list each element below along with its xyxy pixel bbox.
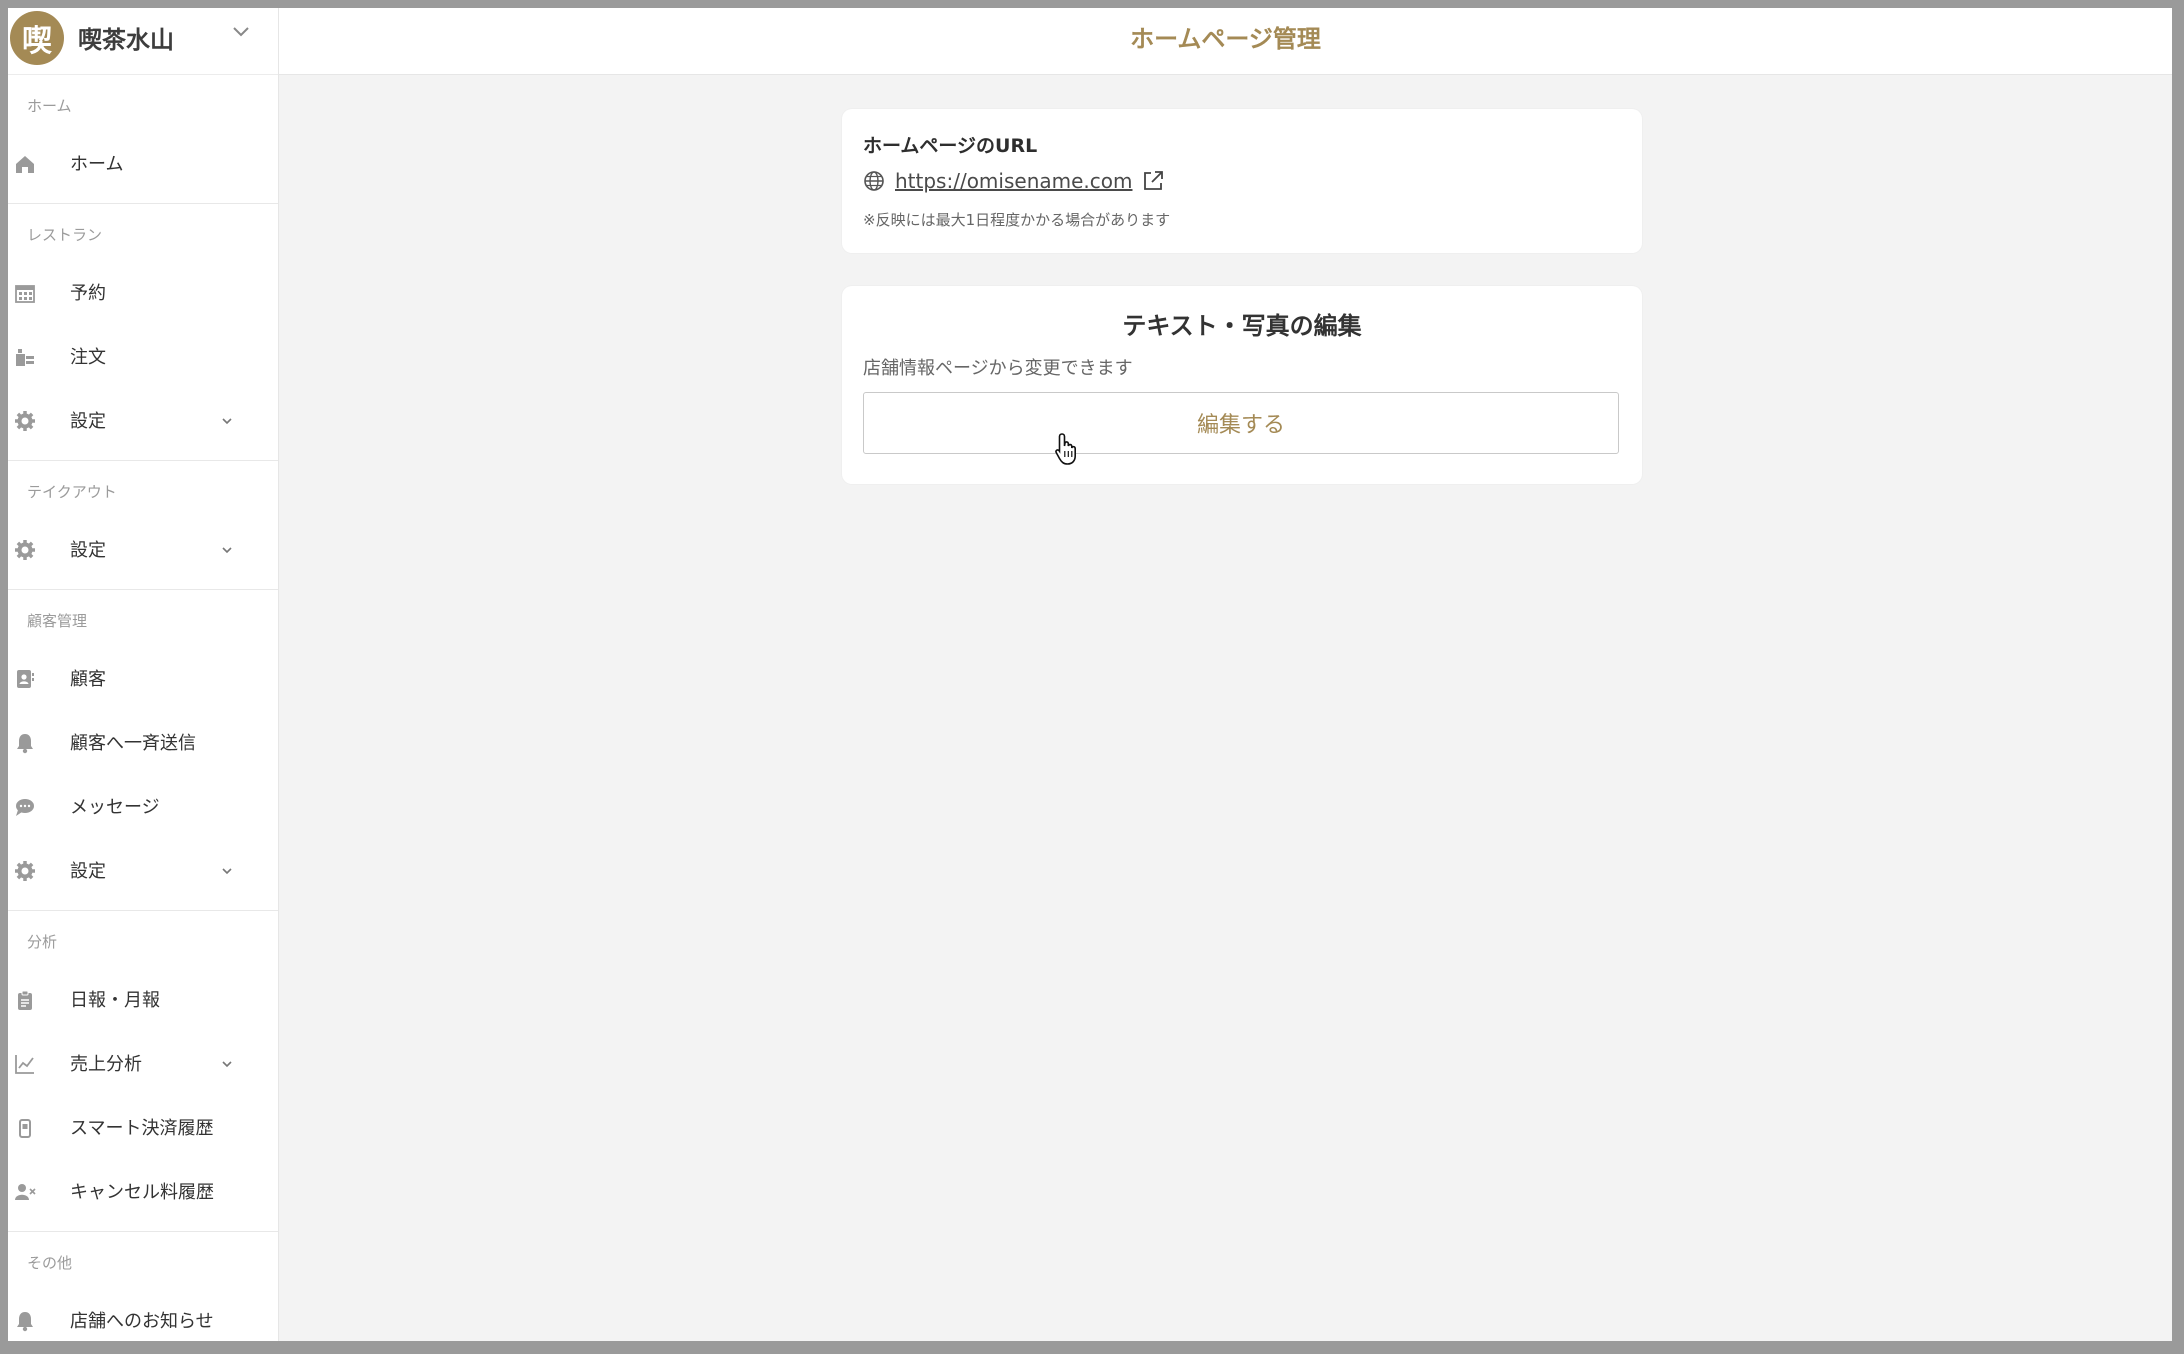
gear-icon <box>15 411 35 431</box>
sidebar-item-label: 予約 <box>70 283 106 304</box>
store-switcher[interactable]: 喫 喫茶水山 <box>8 8 278 75</box>
hand-pointer-icon <box>1055 433 1076 465</box>
sidebar-section-label: 分析 <box>27 933 58 951</box>
chevron-down-icon[interactable] <box>230 20 252 42</box>
page-title: ホームページ管理 <box>1130 25 1321 53</box>
home-icon <box>16 156 34 173</box>
sidebar-section-label: レストラン <box>27 226 103 244</box>
chevron-down-icon[interactable] <box>220 543 234 557</box>
sidebar-item[interactable]: 設定 <box>8 838 278 902</box>
gear-icon <box>15 540 35 560</box>
sidebar-item-label: 売上分析 <box>70 1054 142 1075</box>
sidebar-section-label: ホーム <box>27 97 72 115</box>
calendar-icon <box>15 285 35 303</box>
edit-card-subtitle: 店舗情報ページから変更できます <box>863 358 1133 379</box>
chevron-down-icon[interactable] <box>220 864 234 878</box>
sidebar-section: その他店舗へのお知らせ <box>8 1232 278 1341</box>
sidebar-item-label: 顧客 <box>70 669 106 690</box>
sidebar-item-label: 日報・月報 <box>70 990 160 1011</box>
clipboard-icon <box>18 990 32 1010</box>
sidebar-item[interactable]: 設定 <box>8 517 278 581</box>
app-window: 喫 喫茶水山 ホーム ホーム レストラン 予約 注文 設定 テイクアウト 設定 顧客管理 顧客 顧客… <box>8 8 2172 1341</box>
top-bar: ホームページ管理 <box>279 8 2172 75</box>
edit-card-title: テキスト・写真の編集 <box>1122 312 1362 340</box>
sidebar-item[interactable]: メッセージ <box>8 774 278 838</box>
sidebar-item-label: 顧客へ一斉送信 <box>70 733 196 754</box>
chevron-down-icon[interactable] <box>220 414 234 428</box>
url-card-title: ホームページのURL <box>863 135 1038 157</box>
sidebar-item[interactable]: 顧客へ一斉送信 <box>8 710 278 774</box>
sidebar-item[interactable]: キャンセル料履歴 <box>8 1159 278 1223</box>
bell-icon <box>17 1312 33 1332</box>
sidebar-section: 顧客管理顧客顧客へ一斉送信 メッセージ設定 <box>8 590 278 911</box>
line-chart-icon <box>15 1055 34 1074</box>
sidebar-item[interactable]: 注文 <box>8 324 278 388</box>
sidebar-nav: ホーム ホーム レストラン 予約 注文 設定 テイクアウト 設定 顧客管理 顧客 顧客へ一斉送信 メッ… <box>8 75 278 1341</box>
sidebar-item[interactable]: 日報・月報 <box>8 967 278 1031</box>
chat-icon <box>16 799 34 816</box>
sidebar-item[interactable]: 売上分析 <box>8 1031 278 1095</box>
globe-icon <box>864 171 884 191</box>
sidebar-section: 分析日報・月報売上分析スマート決済履歴 キャンセル料履歴 <box>8 911 278 1232</box>
edit-content-card: テキスト・写真の編集 店舗情報ページから変更できます 編集する <box>842 286 1642 484</box>
sidebar-section-label: その他 <box>27 1254 73 1272</box>
bell-icon <box>17 734 33 754</box>
sidebar-section-label: 顧客管理 <box>27 612 88 630</box>
user-x-icon <box>15 1184 36 1200</box>
sidebar: 喫 喫茶水山 ホーム ホーム レストラン 予約 注文 設定 テイクアウト 設定 顧客管理 顧客 顧客… <box>8 8 279 1341</box>
sidebar-section-label: テイクアウト <box>27 483 117 501</box>
url-row: https://omisename.com <box>863 169 1165 193</box>
sidebar-item[interactable]: 店舗へのお知らせ <box>8 1288 278 1341</box>
sidebar-item[interactable]: 予約 <box>8 260 278 324</box>
sidebar-item-label: 設定 <box>70 411 106 432</box>
contact-card-icon <box>17 670 34 688</box>
reflection-note: ※反映には最大1日程度かかる場合があります <box>863 211 1171 229</box>
edit-button[interactable]: 編集する <box>863 392 1619 454</box>
sidebar-item-label: キャンセル料履歴 <box>70 1182 214 1203</box>
external-link-icon[interactable] <box>1141 169 1165 193</box>
homepage-url-link[interactable]: https://omisename.com <box>895 169 1132 193</box>
store-name: 喫茶水山 <box>78 25 174 54</box>
gear-icon <box>15 861 35 881</box>
sidebar-item[interactable]: 設定 <box>8 388 278 452</box>
sidebar-item[interactable]: ホーム <box>8 131 278 195</box>
phone-icon <box>19 1119 31 1138</box>
homepage-url-card: ホームページのURL https://omisename.com ※反映には最大… <box>842 109 1642 253</box>
sidebar-item-label: 設定 <box>70 861 106 882</box>
store-logo: 喫 <box>10 11 64 65</box>
sidebar-item-label: スマート決済履歴 <box>70 1118 214 1139</box>
order-icon <box>16 349 34 366</box>
chevron-down-icon[interactable] <box>220 1057 234 1071</box>
sidebar-item-label: 店舗へのお知らせ <box>70 1311 214 1332</box>
sidebar-section: レストラン予約注文設定 <box>8 204 278 461</box>
sidebar-item-label: メッセージ <box>70 797 160 818</box>
sidebar-item[interactable]: スマート決済履歴 <box>8 1095 278 1159</box>
sidebar-section: テイクアウト設定 <box>8 461 278 590</box>
sidebar-item[interactable]: 顧客 <box>8 646 278 710</box>
sidebar-item-label: 注文 <box>70 347 106 368</box>
sidebar-item-label: 設定 <box>70 540 106 561</box>
sidebar-section: ホーム ホーム <box>8 75 278 204</box>
sidebar-item-label: ホーム <box>70 154 124 175</box>
